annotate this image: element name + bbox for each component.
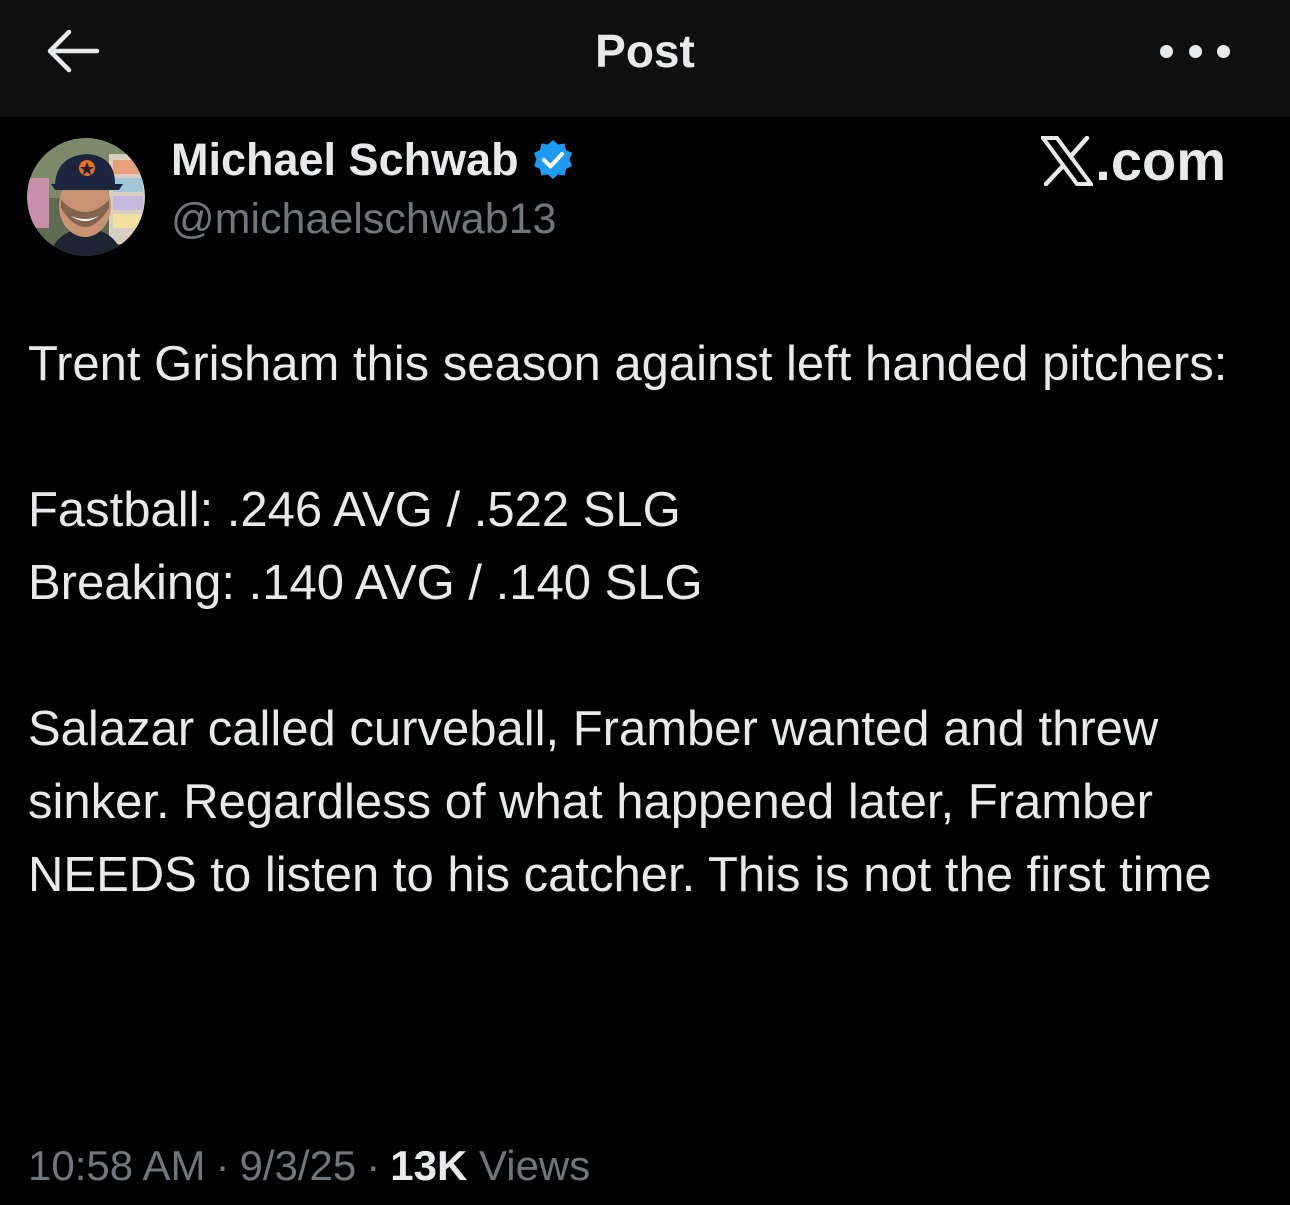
author-name-link[interactable]: Michael Schwab: [171, 133, 575, 187]
page-title: Post: [595, 25, 695, 77]
views-label: Views: [478, 1142, 591, 1189]
post-date[interactable]: 9/3/25: [239, 1142, 356, 1189]
watermark-text: .com: [1095, 129, 1226, 192]
tweet-stat-line: Breaking: .140 AVG / .140 SLG: [28, 556, 703, 610]
verified-badge-icon: [533, 140, 572, 179]
separator: ·: [366, 1142, 381, 1189]
post-time[interactable]: 10:58 AM: [28, 1142, 205, 1189]
separator: ·: [215, 1142, 230, 1189]
avatar-image: [27, 138, 145, 256]
author-display-name: Michael Schwab: [171, 134, 519, 185]
tweet-stat-line: Fastball: .246 AVG / .522 SLG: [28, 483, 681, 537]
more-dot: [1217, 44, 1230, 58]
x-com-watermark: .com: [1041, 128, 1226, 194]
tweet-metadata: 10:58 AM · 9/3/25 · 13K Views: [28, 1138, 590, 1194]
more-horizontal-icon: [1160, 44, 1173, 58]
tweet-paragraph: Salazar called curveball, Framber wanted…: [28, 702, 1212, 902]
more-options-button[interactable]: [1160, 36, 1230, 66]
x-logo-icon: [1041, 136, 1094, 186]
avatar[interactable]: [27, 138, 145, 256]
top-navigation-bar: Post: [0, 0, 1290, 117]
tweet-text: Trent Grisham this season against left h…: [28, 328, 1248, 912]
tweet-paragraph: Trent Grisham this season against left h…: [28, 337, 1228, 391]
author-handle[interactable]: @michaelschwab13: [171, 192, 556, 246]
views-count[interactable]: 13K: [390, 1142, 467, 1189]
more-dot: [1188, 44, 1202, 58]
